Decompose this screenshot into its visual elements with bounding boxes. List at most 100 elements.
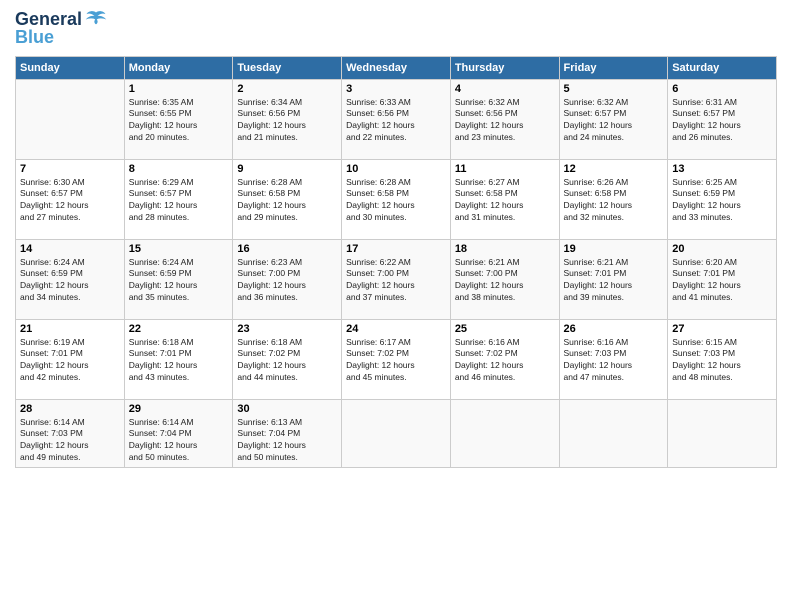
calendar-cell: 7 Sunrise: 6:30 AMSunset: 6:57 PMDaylight… xyxy=(16,159,125,239)
day-number: 2 xyxy=(237,83,337,95)
day-info: Sunrise: 6:13 AMSunset: 7:04 PMDaylight:… xyxy=(237,417,337,465)
day-number: 11 xyxy=(455,163,555,175)
day-info: Sunrise: 6:14 AMSunset: 7:04 PMDaylight:… xyxy=(129,417,229,465)
day-info: Sunrise: 6:25 AMSunset: 6:59 PMDaylight:… xyxy=(672,177,772,225)
day-info: Sunrise: 6:32 AMSunset: 6:56 PMDaylight:… xyxy=(455,97,555,145)
day-number: 23 xyxy=(237,323,337,335)
calendar-cell: 13 Sunrise: 6:25 AMSunset: 6:59 PMDayligh… xyxy=(668,159,777,239)
calendar-cell: 18Sunrise: 6:21 AMSunset: 7:00 PMDayligh… xyxy=(450,239,559,319)
day-number: 25 xyxy=(455,323,555,335)
day-number: 21 xyxy=(20,323,120,335)
day-info: Sunrise: 6:16 AMSunset: 7:03 PMDaylight:… xyxy=(564,337,664,385)
day-number: 29 xyxy=(129,403,229,415)
calendar-cell: 2 Sunrise: 6:34 AMSunset: 6:56 PMDaylight… xyxy=(233,79,342,159)
day-number: 9 xyxy=(237,163,337,175)
day-number: 13 xyxy=(672,163,772,175)
calendar-cell: 11 Sunrise: 6:27 AMSunset: 6:58 PMDayligh… xyxy=(450,159,559,239)
day-info: Sunrise: 6:20 AMSunset: 7:01 PMDaylight:… xyxy=(672,257,772,305)
day-info: Sunrise: 6:35 AMSunset: 6:55 PMDaylight:… xyxy=(129,97,229,145)
calendar-cell: 15 Sunrise: 6:24 AMSunset: 6:59 PMDayligh… xyxy=(124,239,233,319)
calendar-cell xyxy=(16,79,125,159)
day-number: 12 xyxy=(564,163,664,175)
day-info: Sunrise: 6:29 AMSunset: 6:57 PMDaylight:… xyxy=(129,177,229,225)
calendar-cell: 24 Sunrise: 6:17 AMSunset: 7:02 PMDayligh… xyxy=(342,319,451,399)
day-info: Sunrise: 6:21 AMSunset: 7:01 PMDaylight:… xyxy=(564,257,664,305)
day-info: Sunrise: 6:22 AMSunset: 7:00 PMDaylight:… xyxy=(346,257,446,305)
day-number: 1 xyxy=(129,83,229,95)
day-info: Sunrise: 6:18 AMSunset: 7:01 PMDaylight:… xyxy=(129,337,229,385)
day-number: 10 xyxy=(346,163,446,175)
day-number: 18 xyxy=(455,243,555,255)
calendar-cell xyxy=(342,399,451,468)
day-info: Sunrise: 6:23 AMSunset: 7:00 PMDaylight:… xyxy=(237,257,337,305)
day-number: 5 xyxy=(564,83,664,95)
day-info: Sunrise: 6:15 AMSunset: 7:03 PMDaylight:… xyxy=(672,337,772,385)
logo-blue-text: Blue xyxy=(15,28,107,48)
calendar-cell: 12 Sunrise: 6:26 AMSunset: 6:58 PMDayligh… xyxy=(559,159,668,239)
col-header-monday: Monday xyxy=(124,56,233,79)
col-header-saturday: Saturday xyxy=(668,56,777,79)
day-number: 4 xyxy=(455,83,555,95)
calendar-cell: 29 Sunrise: 6:14 AMSunset: 7:04 PMDayligh… xyxy=(124,399,233,468)
day-info: Sunrise: 6:30 AMSunset: 6:57 PMDaylight:… xyxy=(20,177,120,225)
day-number: 6 xyxy=(672,83,772,95)
day-info: Sunrise: 6:34 AMSunset: 6:56 PMDaylight:… xyxy=(237,97,337,145)
header-row: SundayMondayTuesdayWednesdayThursdayFrid… xyxy=(16,56,777,79)
calendar-cell: 16 Sunrise: 6:23 AMSunset: 7:00 PMDayligh… xyxy=(233,239,342,319)
page-header: General Blue xyxy=(15,10,777,48)
calendar-table: SundayMondayTuesdayWednesdayThursdayFrid… xyxy=(15,56,777,469)
calendar-cell: 28 Sunrise: 6:14 AMSunset: 7:03 PMDayligh… xyxy=(16,399,125,468)
day-number: 28 xyxy=(20,403,120,415)
logo-bird-icon xyxy=(85,9,107,27)
day-number: 20 xyxy=(672,243,772,255)
day-info: Sunrise: 6:18 AMSunset: 7:02 PMDaylight:… xyxy=(237,337,337,385)
day-number: 7 xyxy=(20,163,120,175)
calendar-cell: 10Sunrise: 6:28 AMSunset: 6:58 PMDayligh… xyxy=(342,159,451,239)
col-header-friday: Friday xyxy=(559,56,668,79)
day-number: 15 xyxy=(129,243,229,255)
day-info: Sunrise: 6:17 AMSunset: 7:02 PMDaylight:… xyxy=(346,337,446,385)
day-info: Sunrise: 6:31 AMSunset: 6:57 PMDaylight:… xyxy=(672,97,772,145)
day-number: 8 xyxy=(129,163,229,175)
calendar-cell: 8 Sunrise: 6:29 AMSunset: 6:57 PMDaylight… xyxy=(124,159,233,239)
calendar-cell: 4 Sunrise: 6:32 AMSunset: 6:56 PMDaylight… xyxy=(450,79,559,159)
day-number: 14 xyxy=(20,243,120,255)
day-info: Sunrise: 6:24 AMSunset: 6:59 PMDaylight:… xyxy=(20,257,120,305)
calendar-cell: 17 Sunrise: 6:22 AMSunset: 7:00 PMDayligh… xyxy=(342,239,451,319)
day-info: Sunrise: 6:28 AMSunset: 6:58 PMDaylight:… xyxy=(237,177,337,225)
day-number: 3 xyxy=(346,83,446,95)
col-header-sunday: Sunday xyxy=(16,56,125,79)
day-number: 17 xyxy=(346,243,446,255)
day-number: 19 xyxy=(564,243,664,255)
calendar-cell xyxy=(668,399,777,468)
day-number: 22 xyxy=(129,323,229,335)
calendar-cell: 26 Sunrise: 6:16 AMSunset: 7:03 PMDayligh… xyxy=(559,319,668,399)
day-number: 24 xyxy=(346,323,446,335)
day-info: Sunrise: 6:26 AMSunset: 6:58 PMDaylight:… xyxy=(564,177,664,225)
day-info: Sunrise: 6:16 AMSunset: 7:02 PMDaylight:… xyxy=(455,337,555,385)
calendar-cell: 23 Sunrise: 6:18 AMSunset: 7:02 PMDayligh… xyxy=(233,319,342,399)
logo: General Blue xyxy=(15,10,107,48)
calendar-cell: 19 Sunrise: 6:21 AMSunset: 7:01 PMDayligh… xyxy=(559,239,668,319)
day-number: 30 xyxy=(237,403,337,415)
day-info: Sunrise: 6:27 AMSunset: 6:58 PMDaylight:… xyxy=(455,177,555,225)
col-header-wednesday: Wednesday xyxy=(342,56,451,79)
day-info: Sunrise: 6:24 AMSunset: 6:59 PMDaylight:… xyxy=(129,257,229,305)
col-header-tuesday: Tuesday xyxy=(233,56,342,79)
calendar-cell: 5Sunrise: 6:32 AMSunset: 6:57 PMDaylight… xyxy=(559,79,668,159)
calendar-cell: 22 Sunrise: 6:18 AMSunset: 7:01 PMDayligh… xyxy=(124,319,233,399)
day-number: 27 xyxy=(672,323,772,335)
calendar-cell: 9 Sunrise: 6:28 AMSunset: 6:58 PMDaylight… xyxy=(233,159,342,239)
calendar-cell: 3Sunrise: 6:33 AMSunset: 6:56 PMDaylight… xyxy=(342,79,451,159)
day-info: Sunrise: 6:14 AMSunset: 7:03 PMDaylight:… xyxy=(20,417,120,465)
calendar-cell: 6 Sunrise: 6:31 AMSunset: 6:57 PMDaylight… xyxy=(668,79,777,159)
calendar-cell xyxy=(450,399,559,468)
calendar-cell: 25 Sunrise: 6:16 AMSunset: 7:02 PMDayligh… xyxy=(450,319,559,399)
calendar-cell: 1 Sunrise: 6:35 AMSunset: 6:55 PMDaylight… xyxy=(124,79,233,159)
logo-wordmark: General Blue xyxy=(15,10,107,48)
calendar-cell: 30 Sunrise: 6:13 AMSunset: 7:04 PMDayligh… xyxy=(233,399,342,468)
col-header-thursday: Thursday xyxy=(450,56,559,79)
day-number: 26 xyxy=(564,323,664,335)
calendar-cell xyxy=(559,399,668,468)
day-number: 16 xyxy=(237,243,337,255)
